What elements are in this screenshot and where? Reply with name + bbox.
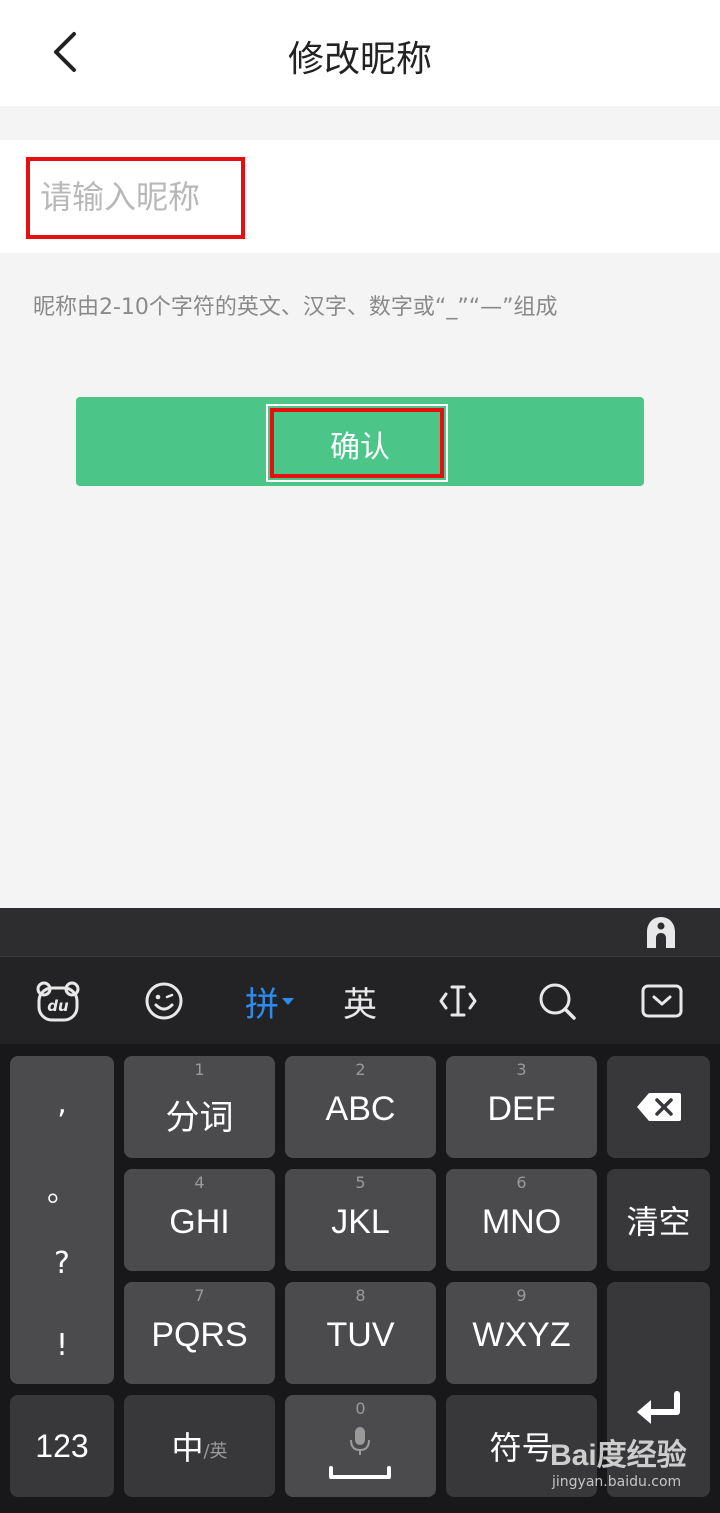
pin-icon [647, 917, 675, 948]
enter-icon [636, 1390, 680, 1424]
key-number: 4 [194, 1173, 205, 1192]
key-number: 0 [355, 1399, 366, 1418]
key-3[interactable]: 3 DEF [446, 1056, 597, 1158]
punct-period[interactable]: 。 [10, 1166, 114, 1210]
cursor-icon [439, 985, 477, 1017]
key-label: ABC [325, 1090, 396, 1128]
key-number: 5 [355, 1173, 366, 1192]
smiley-icon [145, 982, 183, 1020]
keyboard-toolbar: du 拼 英 [0, 956, 720, 1044]
key-number: 7 [194, 1286, 205, 1305]
lang-sub-label: /英 [203, 1441, 228, 1462]
baidu-input-button[interactable]: du [34, 975, 82, 1027]
keyboard-top-bar [0, 908, 720, 956]
page-title: 修改昵称 [287, 39, 432, 80]
space-bar-icon [329, 1466, 391, 1479]
key-label: WXYZ [472, 1316, 571, 1354]
baidu-jingyan-watermark: Bai度经验 jingyan.baidu.com [550, 1430, 710, 1500]
clear-key-label: 清空 [626, 1203, 691, 1241]
pinyin-mode-button[interactable]: 拼 [240, 975, 300, 1027]
key-number: 3 [516, 1060, 527, 1079]
keyboard-hide-icon [641, 984, 683, 1018]
watermark-url: jingyan.baidu.com [552, 1474, 682, 1490]
nickname-input[interactable] [40, 170, 680, 224]
key-label: GHI [169, 1203, 230, 1241]
key-number: 1 [194, 1060, 205, 1079]
emoji-button[interactable] [142, 975, 186, 1027]
keyboard-skin-button[interactable] [642, 914, 680, 952]
key-label: 分词 [165, 1099, 234, 1137]
search-button[interactable] [536, 975, 578, 1027]
backspace-icon [636, 1093, 681, 1121]
numeric-key-label: 123 [35, 1427, 89, 1464]
key-7[interactable]: 7 PQRS [124, 1282, 275, 1384]
key-number: 6 [516, 1173, 527, 1192]
svg-text:du: du [47, 997, 69, 1015]
key-2[interactable]: 2 ABC [285, 1056, 436, 1158]
clear-key[interactable]: 清空 [607, 1169, 710, 1271]
key-5[interactable]: 5 JKL [285, 1169, 436, 1271]
english-mode-button[interactable]: 英 [336, 975, 384, 1027]
key-number: 2 [355, 1060, 366, 1079]
cursor-move-button[interactable] [436, 975, 480, 1027]
nickname-rule-hint: 昵称由2-10个字符的英文、汉字、数字或“_”“—”组成 [33, 295, 558, 320]
nickname-row [0, 140, 720, 253]
confirm-button[interactable]: 确认 [76, 397, 644, 486]
english-mode-label: 英 [343, 984, 377, 1025]
punct-exclaim[interactable]: ! [10, 1328, 114, 1363]
key-9[interactable]: 9 WXYZ [446, 1282, 597, 1384]
hide-keyboard-button[interactable] [640, 975, 684, 1027]
key-label: DEF [487, 1090, 556, 1128]
microphone-icon [350, 1427, 370, 1455]
punct-question[interactable]: ? [10, 1246, 114, 1281]
key-8[interactable]: 8 TUV [285, 1282, 436, 1384]
key-label: PQRS [151, 1316, 248, 1354]
pinyin-mode-label: 拼 [245, 984, 279, 1025]
space-key[interactable]: 0 [285, 1395, 436, 1497]
key-6[interactable]: 6 MNO [446, 1169, 597, 1271]
numeric-keyboard-key[interactable]: 123 [10, 1395, 114, 1497]
app-header: 修改昵称 [0, 0, 720, 106]
key-label: JKL [331, 1203, 390, 1241]
watermark-logo: Bai度经验 [550, 1439, 687, 1472]
backspace-key[interactable] [607, 1056, 710, 1158]
key-label: TUV [326, 1316, 395, 1354]
confirm-button-label: 确认 [330, 430, 390, 465]
language-switch-key[interactable]: 中 /英 [124, 1395, 275, 1497]
punctuation-list: , 。 ? ! [10, 1056, 114, 1384]
key-number: 9 [516, 1286, 527, 1305]
key-4[interactable]: 4 GHI [124, 1169, 275, 1271]
key-number: 8 [355, 1286, 366, 1305]
search-icon [539, 983, 576, 1020]
key-label: MNO [481, 1203, 562, 1241]
caret-down-icon [282, 998, 294, 1005]
punctuation-list-key[interactable]: , 。 ? ! [10, 1056, 114, 1384]
punct-comma[interactable]: , [10, 1086, 114, 1121]
lang-main-label: 中 [171, 1429, 204, 1467]
key-1[interactable]: 1 分词 [124, 1056, 275, 1158]
bear-du-icon: du [36, 981, 80, 1022]
